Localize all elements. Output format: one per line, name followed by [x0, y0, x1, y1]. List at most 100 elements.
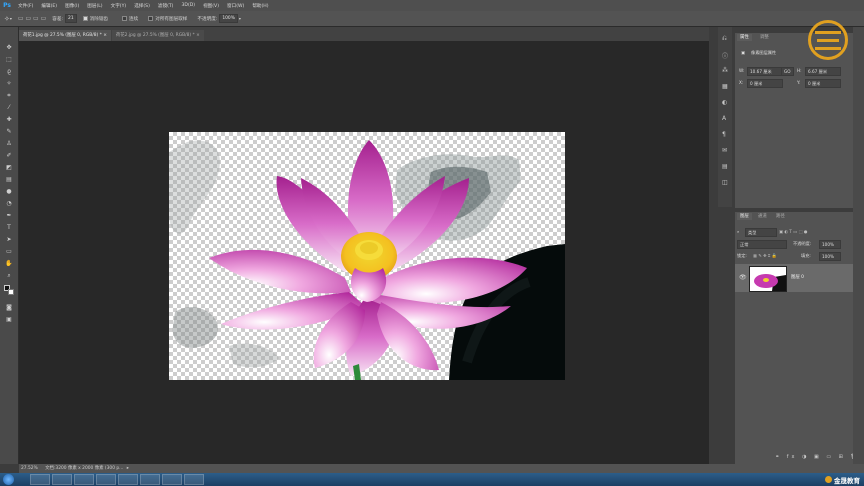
document-canvas[interactable]: [169, 132, 565, 380]
layer-opacity-input[interactable]: 100%: [819, 240, 841, 249]
blur-tool-icon[interactable]: ●: [4, 187, 14, 196]
zoom-level[interactable]: 27.52%: [21, 466, 38, 471]
marquee-tool-icon[interactable]: ⬚: [4, 55, 14, 64]
gradient-tool-icon[interactable]: ▤: [4, 175, 14, 184]
taskbar-app-1[interactable]: [30, 474, 50, 485]
brush-panel-icon[interactable]: ⁂: [722, 67, 728, 74]
menu-item[interactable]: 图像(I): [61, 3, 83, 9]
menu-item[interactable]: 文字(Y): [107, 3, 131, 9]
menu-item[interactable]: 图层(L): [83, 3, 106, 9]
stamp-tool-icon[interactable]: ♙: [4, 139, 14, 148]
tab-properties[interactable]: 属性: [737, 34, 752, 41]
pen-tool-icon[interactable]: ✒: [4, 211, 14, 220]
sample-all-layers-checkbox[interactable]: 对所有图层取样: [148, 16, 187, 22]
libraries-icon[interactable]: ▤: [722, 163, 728, 170]
dodge-tool-icon[interactable]: ◔: [4, 199, 14, 208]
x-input[interactable]: 0 厘米: [747, 79, 783, 88]
contiguous-checkbox[interactable]: 连续: [122, 16, 138, 22]
document-tab[interactable]: 荷花2.jpg @ 27.5% (图层 0, RGB/8) * ×: [111, 30, 204, 41]
move-tool-icon[interactable]: ✥: [4, 43, 14, 52]
opacity-input[interactable]: 100%: [219, 14, 238, 23]
layer-name[interactable]: 图层 0: [791, 274, 804, 280]
chevron-down-icon[interactable]: ▾: [239, 16, 241, 21]
right-scroll-strip[interactable]: [853, 27, 864, 464]
menu-item[interactable]: 帮助(H): [248, 3, 272, 9]
width-input[interactable]: 10.67 厘米: [747, 67, 783, 76]
magic-wand-tool-icon[interactable]: ✧: [4, 79, 14, 88]
filter-icons[interactable]: ▣ ◐ T ▭ ⬚ ●: [779, 228, 807, 235]
chevron-right-icon[interactable]: ▸: [127, 466, 129, 471]
magic-wand-preset[interactable]: ✧ ▾: [4, 15, 12, 23]
crop-tool-icon[interactable]: ⌗: [4, 91, 14, 100]
eraser-tool-icon[interactable]: ◩: [4, 163, 14, 172]
fill-input[interactable]: 100%: [819, 252, 841, 261]
path-selection-tool-icon[interactable]: ➤: [4, 235, 14, 244]
eyedropper-tool-icon[interactable]: ⁄: [4, 103, 14, 112]
color-swatches-icon[interactable]: [4, 284, 14, 295]
tools-panel: ✥ ⬚ ϱ ✧ ⌗ ⁄ ✚ ✎ ♙ ✐ ◩ ▤ ● ◔ ✒ T ➤ ▭ ✋ ⌕ …: [0, 27, 19, 464]
eye-visibility-icon[interactable]: 👁: [739, 274, 747, 281]
info-icon[interactable]: ⓘ: [722, 51, 728, 60]
start-button-icon[interactable]: [3, 474, 14, 485]
paragraph-icon[interactable]: ¶: [722, 131, 726, 138]
zoom-tool-icon[interactable]: ⌕: [4, 271, 14, 280]
lasso-tool-icon[interactable]: ϱ: [4, 67, 14, 76]
menu-item[interactable]: 滤镜(T): [154, 3, 178, 9]
hand-tool-icon[interactable]: ✋: [4, 259, 14, 268]
taskbar-app-4[interactable]: [96, 474, 116, 485]
history-brush-tool-icon[interactable]: ✐: [4, 151, 14, 160]
taskbar-app-5[interactable]: [118, 474, 138, 485]
adjustments-icon[interactable]: ◐: [722, 99, 727, 106]
type-tool-icon[interactable]: T: [4, 223, 14, 232]
menu-item[interactable]: 3D(D): [177, 3, 199, 9]
antialias-checkbox[interactable]: 消除锯齿: [82, 16, 108, 22]
y-input[interactable]: 0 厘米: [805, 79, 841, 88]
styles-icon[interactable]: ◫: [722, 179, 728, 186]
layer-actions-icons[interactable]: ⚭ fx ◑ ▣ ▭ ⊞ 🗑: [775, 454, 860, 460]
close-icon[interactable]: ×: [102, 33, 107, 38]
height-input[interactable]: 6.67 厘米: [805, 67, 841, 76]
blend-mode-select[interactable]: 正常: [737, 240, 787, 249]
windows-taskbar: [0, 473, 864, 486]
tab-channels[interactable]: 通道: [755, 213, 770, 220]
opacity-group: 不透明度: 100% ▾: [197, 14, 241, 23]
taskbar-app-3[interactable]: [74, 474, 94, 485]
tab-adjustments[interactable]: 调整: [757, 34, 772, 41]
menu-item[interactable]: 视图(V): [199, 3, 223, 9]
status-bar: 27.52% 文档:3200 像素 x 2000 像素 (300 p... ▸: [19, 464, 864, 473]
menu-item[interactable]: 选择(S): [130, 3, 154, 9]
character-icon[interactable]: A: [722, 115, 726, 122]
brush-tool-icon[interactable]: ✎: [4, 127, 14, 136]
quick-mask-icon[interactable]: ◙: [4, 303, 14, 312]
document-tabs: 荷花1.jpg @ 27.5% (图层 0, RGB/8) * × 荷花2.jpg…: [19, 27, 709, 41]
selection-mode-icons[interactable]: ▭ ▭ ▭ ▭: [18, 15, 46, 22]
link-dimensions-button[interactable]: GO: [781, 67, 794, 76]
menu-bar: Ps 文件(F) 编辑(E) 图像(I) 图层(L) 文字(Y) 选择(S) 滤镜(T) 3D…: [0, 0, 864, 11]
document-info: 文档:3200 像素 x 2000 像素 (300 p...: [45, 466, 124, 471]
swatches-icon[interactable]: ▦: [722, 83, 728, 90]
checkbox-icon: [148, 16, 154, 21]
pixel-layer-icon: ▣: [741, 50, 745, 55]
layer-row[interactable]: 👁 图层 0: [735, 264, 853, 292]
lock-icons[interactable]: ▦ ✎ ✥ ⌗ 🔒: [753, 252, 777, 259]
tolerance-input[interactable]: 21: [65, 14, 77, 23]
tab-paths[interactable]: 路径: [773, 213, 788, 220]
menu-items: 文件(F) 编辑(E) 图像(I) 图层(L) 文字(Y) 选择(S) 滤镜(T) 3D(D)…: [14, 3, 273, 9]
history-icon[interactable]: ⎌: [722, 35, 727, 43]
screen-mode-icon[interactable]: ▣: [4, 315, 14, 324]
shape-tool-icon[interactable]: ▭: [4, 247, 14, 256]
close-icon[interactable]: ×: [195, 33, 200, 38]
menu-item[interactable]: 文件(F): [14, 3, 37, 9]
taskbar-app-7[interactable]: [162, 474, 182, 485]
taskbar-app-6[interactable]: [140, 474, 160, 485]
menu-item[interactable]: 编辑(E): [37, 3, 61, 9]
layer-filter-select[interactable]: 类型: [745, 228, 777, 237]
checkbox-checked-icon: [82, 16, 88, 21]
taskbar-app-8[interactable]: [184, 474, 204, 485]
menu-item[interactable]: 窗口(W): [223, 3, 248, 9]
notes-icon[interactable]: ✉: [722, 147, 727, 154]
taskbar-app-2[interactable]: [52, 474, 72, 485]
healing-brush-tool-icon[interactable]: ✚: [4, 115, 14, 124]
tab-layers[interactable]: 图层: [737, 213, 752, 220]
document-tab[interactable]: 荷花1.jpg @ 27.5% (图层 0, RGB/8) * ×: [19, 30, 111, 41]
